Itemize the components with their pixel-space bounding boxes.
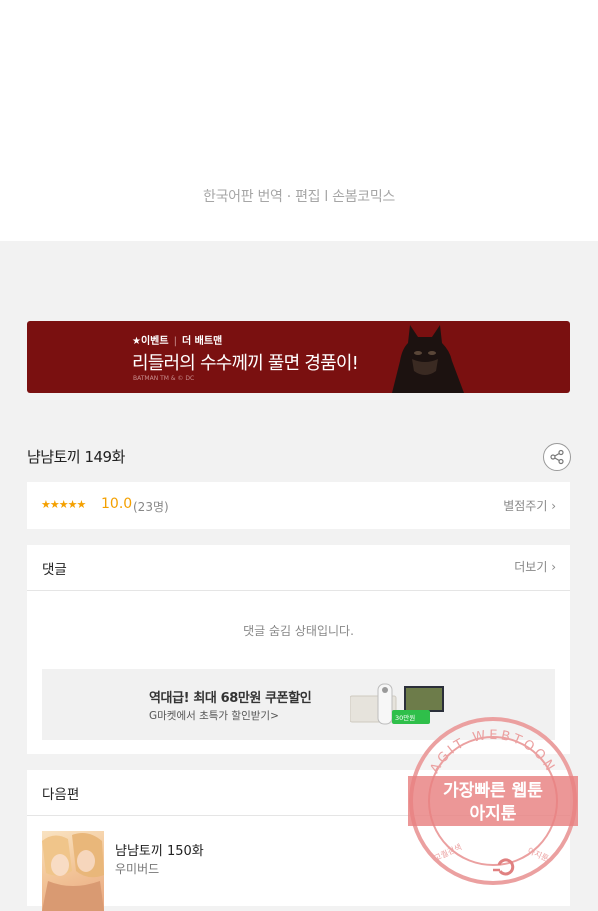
next-episode-divider xyxy=(27,815,570,816)
share-button[interactable] xyxy=(543,443,571,471)
ad-title: 역대급! 최대 68만원 쿠폰할인 xyxy=(149,691,312,706)
share-icon xyxy=(550,449,564,465)
ad-coupon-badge: 30만원 xyxy=(395,713,415,722)
episode-title: 냠냠토끼 149화 xyxy=(27,448,125,466)
star-rating-icon: ★★★★★ xyxy=(41,498,86,511)
next-episode-title[interactable]: 냠냠토끼 150화 xyxy=(115,840,204,859)
rate-button[interactable]: 별점주기 › xyxy=(503,497,556,514)
banner-tag-event: ★이벤트 xyxy=(132,336,169,347)
next-episode-panel: 다음편 냠냠토끼 150화 우미버드 xyxy=(27,770,570,911)
banner-tag: ★이벤트 | 더 배트맨 xyxy=(132,332,222,347)
banner-tag-title: 더 배트맨 xyxy=(181,336,223,347)
comments-more-link[interactable]: 더보기 › xyxy=(514,558,556,575)
rating-panel: ★★★★★ 10.0 (23명) 별점주기 › xyxy=(27,482,570,529)
comments-header: 댓글 xyxy=(42,562,67,578)
next-episode-header: 다음편 xyxy=(42,787,80,803)
banner-copyright: BATMAN TM & © DC xyxy=(133,375,195,382)
ad-subtitle: G마켓에서 초특가 할인받기> xyxy=(149,710,279,722)
comments-panel: 댓글 더보기 › 댓글 숨김 상태입니다. 역대급! 최대 68만원 쿠폰할인 … xyxy=(27,545,570,754)
rating-score: 10.0 xyxy=(101,496,133,512)
comments-divider xyxy=(27,590,570,591)
thumbnail-art-image xyxy=(42,833,104,911)
next-episode-thumbnail[interactable] xyxy=(42,831,104,911)
rating-count: (23명) xyxy=(133,500,169,514)
event-banner[interactable]: ★이벤트 | 더 배트맨 리들러의 수수께끼 풀면 경품이! BATMAN TM &… xyxy=(27,321,570,393)
appliances-image: 30만원 xyxy=(350,683,444,725)
translation-credits: 한국어판 번역 · 편집 l 손봄코믹스 xyxy=(202,189,396,205)
next-episode-author: 우미버드 xyxy=(115,862,160,876)
gmarket-ad-banner[interactable]: 역대급! 최대 68만원 쿠폰할인 G마켓에서 초특가 할인받기> 30만원 xyxy=(42,669,555,740)
comments-hidden-message: 댓글 숨김 상태입니다. xyxy=(243,624,354,638)
banner-tag-separator: | xyxy=(173,336,177,347)
banner-headline: 리들러의 수수께끼 풀면 경품이! xyxy=(132,353,359,374)
batman-figure-image xyxy=(392,325,464,393)
